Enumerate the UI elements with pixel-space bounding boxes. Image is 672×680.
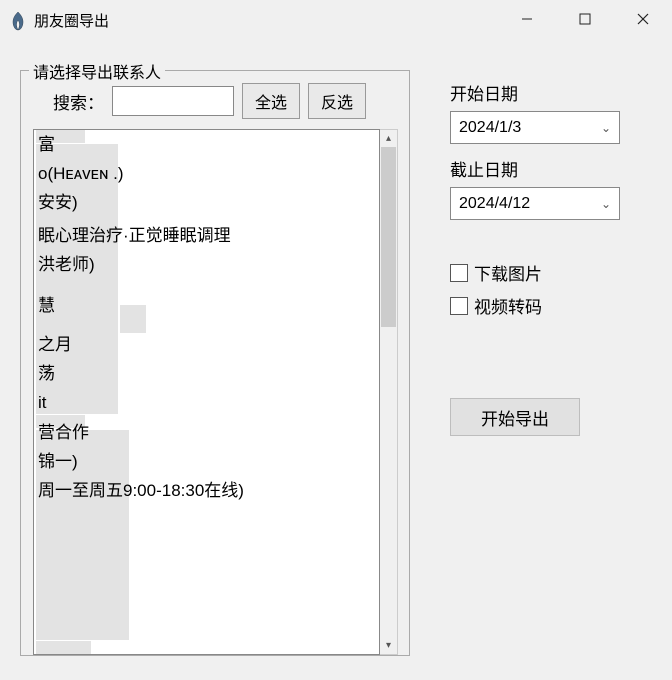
download-images-checkbox[interactable]	[450, 264, 468, 282]
list-item[interactable]: it	[34, 389, 379, 418]
start-date-combo[interactable]: 2024/1/3 ⌄	[450, 111, 620, 144]
video-transcode-label: 视频转码	[474, 293, 542, 318]
end-date-value: 2024/4/12	[459, 195, 530, 213]
list-item[interactable]: 慧	[34, 292, 379, 321]
chevron-down-icon: ⌄	[601, 197, 611, 211]
scroll-up-icon[interactable]: ▴	[380, 130, 397, 147]
list-item[interactable]: 荡	[34, 359, 379, 388]
minimize-button[interactable]	[498, 0, 556, 38]
app-icon	[10, 11, 26, 31]
main-window: 朋友圈导出 请选择导出联系人 搜索： 全选 反选	[0, 0, 672, 680]
list-item[interactable]: 锦一)	[34, 447, 379, 476]
search-input[interactable]	[112, 86, 234, 116]
list-item[interactable]: 之月	[34, 330, 379, 359]
list-item[interactable]: 富	[34, 130, 379, 159]
contact-listbox-wrap: 富 o(Hᴇᴀᴠᴇɴ .) 安安) 眠心理治疗·正觉睡眠调理 洪老师) 慧 之月…	[33, 129, 398, 655]
video-transcode-checkbox[interactable]	[450, 297, 468, 315]
list-item[interactable]: o(Hᴇᴀᴠᴇɴ .)	[34, 159, 379, 188]
contact-fieldset: 请选择导出联系人 搜索： 全选 反选 富 o(Hᴇᴀ	[20, 70, 410, 656]
maximize-button[interactable]	[556, 0, 614, 38]
list-item[interactable]: 周一至周五9:00-18:30在线)	[34, 477, 379, 506]
options-panel: 开始日期 2024/1/3 ⌄ 截止日期 2024/4/12 ⌄ 下载图片 视频…	[410, 50, 620, 656]
end-date-combo[interactable]: 2024/4/12 ⌄	[450, 187, 620, 220]
list-item[interactable]: 眠心理治疗·正觉睡眠调理	[34, 221, 379, 250]
fieldset-legend: 请选择导出联系人	[29, 59, 165, 83]
window-controls	[498, 0, 672, 38]
search-label: 搜索：	[53, 89, 104, 114]
start-export-button[interactable]: 开始导出	[450, 398, 580, 436]
contact-listbox[interactable]: 富 o(Hᴇᴀᴠᴇɴ .) 安安) 眠心理治疗·正觉睡眠调理 洪老师) 慧 之月…	[33, 129, 380, 655]
close-button[interactable]	[614, 0, 672, 38]
window-title: 朋友圈导出	[34, 10, 109, 31]
start-date-label: 开始日期	[450, 80, 620, 105]
start-date-value: 2024/1/3	[459, 119, 521, 137]
select-all-button[interactable]: 全选	[242, 83, 300, 119]
scrollbar[interactable]: ▴ ▾	[380, 129, 398, 655]
download-images-label: 下载图片	[474, 260, 542, 285]
titlebar: 朋友圈导出	[0, 0, 672, 40]
end-date-label: 截止日期	[450, 156, 620, 181]
list-item[interactable]: 营合作	[34, 418, 379, 447]
video-transcode-row[interactable]: 视频转码	[450, 293, 620, 318]
list-item[interactable]: 洪老师)	[34, 250, 379, 279]
content-area: 请选择导出联系人 搜索： 全选 反选 富 o(Hᴇᴀ	[0, 40, 672, 656]
invert-selection-button[interactable]: 反选	[308, 83, 366, 119]
list-item[interactable]: 安安)	[34, 189, 379, 218]
search-row: 搜索： 全选 反选	[33, 83, 397, 119]
scroll-thumb[interactable]	[381, 147, 396, 327]
scroll-down-icon[interactable]: ▾	[380, 637, 397, 654]
download-images-row[interactable]: 下载图片	[450, 260, 620, 285]
chevron-down-icon: ⌄	[601, 121, 611, 135]
